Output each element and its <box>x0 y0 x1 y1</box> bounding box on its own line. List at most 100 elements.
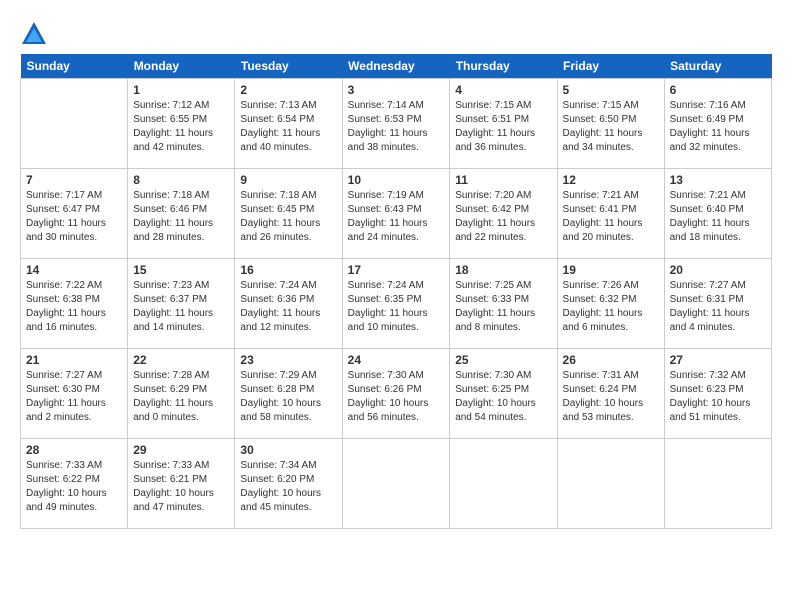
calendar-cell: 14 Sunrise: 7:22 AMSunset: 6:38 PMDayligh… <box>21 259 128 349</box>
calendar-cell: 9 Sunrise: 7:18 AMSunset: 6:45 PMDaylight… <box>235 169 342 259</box>
day-number: 22 <box>133 353 229 367</box>
calendar-cell: 12 Sunrise: 7:21 AMSunset: 6:41 PMDayligh… <box>557 169 664 259</box>
day-info: Sunrise: 7:30 AMSunset: 6:25 PMDaylight:… <box>455 369 551 425</box>
day-info: Sunrise: 7:15 AMSunset: 6:50 PMDaylight:… <box>563 99 659 155</box>
day-number: 17 <box>348 263 445 277</box>
day-info: Sunrise: 7:25 AMSunset: 6:33 PMDaylight:… <box>455 279 551 335</box>
calendar-cell: 16 Sunrise: 7:24 AMSunset: 6:36 PMDayligh… <box>235 259 342 349</box>
calendar-cell: 4 Sunrise: 7:15 AMSunset: 6:51 PMDaylight… <box>450 79 557 169</box>
day-info: Sunrise: 7:33 AMSunset: 6:22 PMDaylight:… <box>26 459 122 515</box>
day-info: Sunrise: 7:26 AMSunset: 6:32 PMDaylight:… <box>563 279 659 335</box>
calendar-cell: 21 Sunrise: 7:27 AMSunset: 6:30 PMDayligh… <box>21 349 128 439</box>
calendar-cell: 26Sunrise: 7:31 AMSunset: 6:24 PMDayligh… <box>557 349 664 439</box>
day-info: Sunrise: 7:15 AMSunset: 6:51 PMDaylight:… <box>455 99 551 155</box>
calendar-cell: 30 Sunrise: 7:34 AMSunset: 6:20 PMDayligh… <box>235 439 342 529</box>
weekday-header-wednesday: Wednesday <box>342 54 450 79</box>
day-info: Sunrise: 7:31 AMSunset: 6:24 PMDaylight:… <box>563 369 659 425</box>
day-info: Sunrise: 7:23 AMSunset: 6:37 PMDaylight:… <box>133 279 229 335</box>
day-number: 5 <box>563 83 659 97</box>
calendar-cell: 27 Sunrise: 7:32 AMSunset: 6:23 PMDayligh… <box>664 349 771 439</box>
weekday-header-row: SundayMondayTuesdayWednesdayThursdayFrid… <box>21 54 772 79</box>
day-info: Sunrise: 7:34 AMSunset: 6:20 PMDaylight:… <box>240 459 336 515</box>
calendar-cell: 15 Sunrise: 7:23 AMSunset: 6:37 PMDayligh… <box>128 259 235 349</box>
logo-icon <box>20 20 48 48</box>
day-info: Sunrise: 7:19 AMSunset: 6:43 PMDaylight:… <box>348 189 445 245</box>
calendar-cell: 11 Sunrise: 7:20 AMSunset: 6:42 PMDayligh… <box>450 169 557 259</box>
day-number: 1 <box>133 83 229 97</box>
calendar-cell: 5 Sunrise: 7:15 AMSunset: 6:50 PMDaylight… <box>557 79 664 169</box>
calendar-cell: 1 Sunrise: 7:12 AMSunset: 6:55 PMDaylight… <box>128 79 235 169</box>
calendar-cell: 24 Sunrise: 7:30 AMSunset: 6:26 PMDayligh… <box>342 349 450 439</box>
calendar-cell: 17 Sunrise: 7:24 AMSunset: 6:35 PMDayligh… <box>342 259 450 349</box>
day-number: 24 <box>348 353 445 367</box>
calendar-cell: 29 Sunrise: 7:33 AMSunset: 6:21 PMDayligh… <box>128 439 235 529</box>
weekday-header-saturday: Saturday <box>664 54 771 79</box>
day-number: 18 <box>455 263 551 277</box>
page: SundayMondayTuesdayWednesdayThursdayFrid… <box>0 0 792 549</box>
day-info: Sunrise: 7:27 AMSunset: 6:30 PMDaylight:… <box>26 369 122 425</box>
week-row-2: 7 Sunrise: 7:17 AMSunset: 6:47 PMDaylight… <box>21 169 772 259</box>
day-number: 15 <box>133 263 229 277</box>
day-number: 2 <box>240 83 336 97</box>
day-number: 25 <box>455 353 551 367</box>
day-info: Sunrise: 7:21 AMSunset: 6:41 PMDaylight:… <box>563 189 659 245</box>
day-info: Sunrise: 7:17 AMSunset: 6:47 PMDaylight:… <box>26 189 122 245</box>
week-row-1: 1 Sunrise: 7:12 AMSunset: 6:55 PMDaylight… <box>21 79 772 169</box>
day-number: 12 <box>563 173 659 187</box>
weekday-header-monday: Monday <box>128 54 235 79</box>
day-number: 29 <box>133 443 229 457</box>
day-info: Sunrise: 7:16 AMSunset: 6:49 PMDaylight:… <box>670 99 766 155</box>
day-number: 3 <box>348 83 445 97</box>
calendar-header: SundayMondayTuesdayWednesdayThursdayFrid… <box>21 54 772 79</box>
day-number: 9 <box>240 173 336 187</box>
day-info: Sunrise: 7:14 AMSunset: 6:53 PMDaylight:… <box>348 99 445 155</box>
day-info: Sunrise: 7:27 AMSunset: 6:31 PMDaylight:… <box>670 279 766 335</box>
calendar-cell: 28Sunrise: 7:33 AMSunset: 6:22 PMDayligh… <box>21 439 128 529</box>
calendar-table: SundayMondayTuesdayWednesdayThursdayFrid… <box>20 54 772 529</box>
calendar-body: 1 Sunrise: 7:12 AMSunset: 6:55 PMDaylight… <box>21 79 772 529</box>
calendar-cell: 25 Sunrise: 7:30 AMSunset: 6:25 PMDayligh… <box>450 349 557 439</box>
day-info: Sunrise: 7:22 AMSunset: 6:38 PMDaylight:… <box>26 279 122 335</box>
day-info: Sunrise: 7:20 AMSunset: 6:42 PMDaylight:… <box>455 189 551 245</box>
calendar-cell <box>557 439 664 529</box>
weekday-header-sunday: Sunday <box>21 54 128 79</box>
day-number: 7 <box>26 173 122 187</box>
calendar-cell: 2 Sunrise: 7:13 AMSunset: 6:54 PMDaylight… <box>235 79 342 169</box>
day-number: 6 <box>670 83 766 97</box>
day-number: 21 <box>26 353 122 367</box>
day-info: Sunrise: 7:21 AMSunset: 6:40 PMDaylight:… <box>670 189 766 245</box>
day-number: 11 <box>455 173 551 187</box>
day-number: 30 <box>240 443 336 457</box>
calendar-cell: 8Sunrise: 7:18 AMSunset: 6:46 PMDaylight… <box>128 169 235 259</box>
day-info: Sunrise: 7:18 AMSunset: 6:45 PMDaylight:… <box>240 189 336 245</box>
day-number: 19 <box>563 263 659 277</box>
day-info: Sunrise: 7:29 AMSunset: 6:28 PMDaylight:… <box>240 369 336 425</box>
calendar-cell: 22 Sunrise: 7:28 AMSunset: 6:29 PMDayligh… <box>128 349 235 439</box>
weekday-header-friday: Friday <box>557 54 664 79</box>
calendar-cell <box>450 439 557 529</box>
day-number: 8 <box>133 173 229 187</box>
calendar-cell: 20Sunrise: 7:27 AMSunset: 6:31 PMDayligh… <box>664 259 771 349</box>
day-info: Sunrise: 7:33 AMSunset: 6:21 PMDaylight:… <box>133 459 229 515</box>
day-info: Sunrise: 7:12 AMSunset: 6:55 PMDaylight:… <box>133 99 229 155</box>
day-info: Sunrise: 7:24 AMSunset: 6:35 PMDaylight:… <box>348 279 445 335</box>
calendar-cell: 10Sunrise: 7:19 AMSunset: 6:43 PMDayligh… <box>342 169 450 259</box>
day-number: 23 <box>240 353 336 367</box>
calendar-cell: 13 Sunrise: 7:21 AMSunset: 6:40 PMDayligh… <box>664 169 771 259</box>
calendar-cell <box>21 79 128 169</box>
day-info: Sunrise: 7:13 AMSunset: 6:54 PMDaylight:… <box>240 99 336 155</box>
weekday-header-tuesday: Tuesday <box>235 54 342 79</box>
day-number: 14 <box>26 263 122 277</box>
day-number: 27 <box>670 353 766 367</box>
day-number: 16 <box>240 263 336 277</box>
calendar-cell <box>664 439 771 529</box>
day-info: Sunrise: 7:32 AMSunset: 6:23 PMDaylight:… <box>670 369 766 425</box>
day-info: Sunrise: 7:24 AMSunset: 6:36 PMDaylight:… <box>240 279 336 335</box>
calendar-cell: 23 Sunrise: 7:29 AMSunset: 6:28 PMDayligh… <box>235 349 342 439</box>
day-info: Sunrise: 7:30 AMSunset: 6:26 PMDaylight:… <box>348 369 445 425</box>
day-number: 13 <box>670 173 766 187</box>
day-info: Sunrise: 7:28 AMSunset: 6:29 PMDaylight:… <box>133 369 229 425</box>
day-number: 4 <box>455 83 551 97</box>
weekday-header-thursday: Thursday <box>450 54 557 79</box>
calendar-cell <box>342 439 450 529</box>
